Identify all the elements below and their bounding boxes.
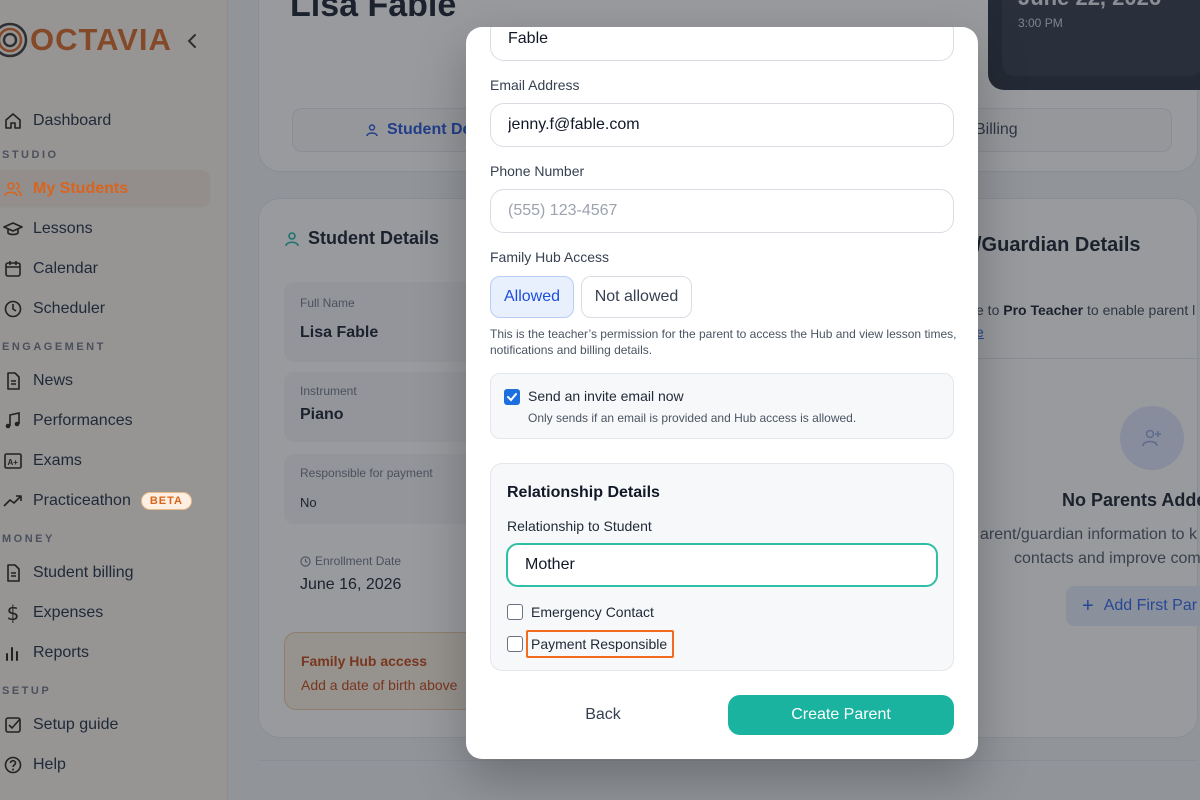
payment-responsible-label[interactable]: Payment Responsible — [531, 636, 667, 652]
clock-icon — [2, 298, 24, 320]
modal-body: Email Address Phone Number Family Hub Ac… — [466, 27, 978, 759]
bar-chart-icon — [2, 642, 24, 664]
sidebar-item-label: Setup guide — [33, 716, 119, 733]
invite-help: Only sends if an email is provided and H… — [528, 411, 857, 425]
phone-label: Phone Number — [490, 163, 585, 179]
exam-icon: A+ — [2, 450, 24, 472]
beta-badge: BETA — [140, 492, 192, 510]
payment-responsible-checkbox[interactable] — [507, 636, 523, 652]
help-icon — [2, 754, 24, 776]
sidebar-item-label: Expenses — [33, 604, 104, 621]
emergency-contact-checkbox[interactable] — [507, 604, 523, 620]
hub-not-allowed-button[interactable]: Not allowed — [581, 276, 692, 318]
emergency-contact-label[interactable]: Emergency Contact — [531, 604, 654, 620]
add-parent-modal: Email Address Phone Number Family Hub Ac… — [466, 27, 978, 759]
invoice-icon — [2, 562, 24, 584]
back-button[interactable]: Back — [490, 695, 716, 735]
hub-access-help: This is the teacher’s permission for the… — [490, 327, 957, 357]
sidebar-item-label: Exams — [33, 452, 82, 469]
dollar-icon: $ — [6, 601, 20, 625]
sidebar-item-label: My Students — [33, 180, 129, 197]
invite-label[interactable]: Send an invite email now — [528, 388, 684, 404]
sidebar-item-label: News — [33, 372, 74, 389]
sidebar-item-label: Dashboard — [33, 112, 112, 129]
newspaper-icon — [2, 370, 24, 392]
last-name-input[interactable] — [490, 27, 954, 61]
check-icon — [507, 393, 517, 402]
phone-input[interactable] — [490, 189, 954, 233]
graduation-cap-icon — [2, 218, 24, 240]
hub-allowed-button[interactable]: Allowed — [490, 276, 574, 318]
relationship-input[interactable] — [506, 543, 938, 587]
sidebar-item-label: Reports — [33, 644, 90, 661]
sidebar-item-label: Performances — [33, 412, 133, 429]
sidebar-item-label: Help — [33, 756, 66, 773]
invite-checkbox[interactable] — [504, 389, 520, 405]
music-note-icon — [2, 410, 24, 432]
relationship-section: Relationship Details Relationship to Stu… — [490, 463, 954, 671]
email-label: Email Address — [490, 77, 580, 93]
home-icon — [2, 110, 24, 132]
relationship-title: Relationship Details — [507, 484, 660, 501]
sidebar-item-label: Calendar — [33, 260, 98, 277]
sidebar-item-label: Lessons — [33, 220, 93, 237]
invite-email-option: Send an invite email now Only sends if a… — [490, 373, 954, 439]
email-input[interactable] — [490, 103, 954, 147]
users-icon — [2, 178, 24, 200]
trending-icon — [2, 490, 24, 512]
relationship-label: Relationship to Student — [507, 518, 652, 534]
sidebar-item-label: Student billing — [33, 564, 134, 581]
sidebar-item-label: Practiceathon — [33, 492, 131, 509]
sidebar-item-label: Scheduler — [33, 300, 106, 317]
svg-text:A+: A+ — [8, 458, 19, 467]
checklist-icon — [2, 714, 24, 736]
calendar-icon — [2, 258, 24, 280]
create-parent-button[interactable]: Create Parent — [728, 695, 954, 735]
hub-access-label: Family Hub Access — [490, 249, 610, 265]
